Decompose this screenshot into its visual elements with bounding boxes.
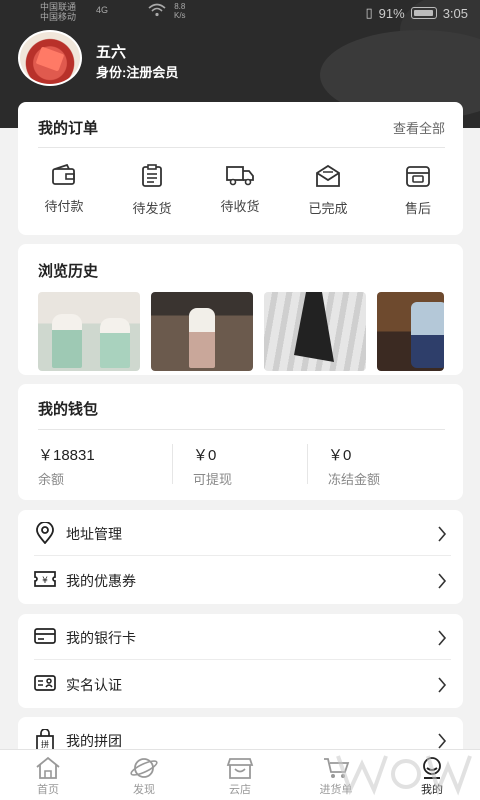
status-right: ▯ 91% 3:05 — [366, 5, 469, 21]
orders-card: 我的订单 查看全部 待付款 待发货 待收货 已完成 售后 — [18, 102, 463, 235]
view-all-orders-link[interactable]: 查看全部 — [393, 118, 445, 137]
tab-label: 发现 — [133, 784, 155, 796]
order-label: 已完成 — [308, 201, 348, 216]
order-label: 待付款 — [44, 199, 84, 214]
wallet-card: 我的钱包 ￥18831 余额 ￥0 可提现 ￥0 冻结金额 — [18, 384, 463, 500]
carrier-1: 中国联通 — [40, 2, 77, 12]
wallet-balance[interactable]: ￥18831 余额 — [38, 444, 95, 488]
divider — [307, 444, 308, 484]
history-thumbnail[interactable] — [38, 292, 140, 371]
tab-cloud-store[interactable]: 云店 — [210, 756, 270, 797]
tab-home[interactable]: 首页 — [18, 756, 78, 797]
carrier-labels: 中国联通 中国移动 — [40, 2, 76, 22]
wallet-icon — [52, 164, 75, 185]
history-thumbnail[interactable] — [377, 292, 444, 371]
coupon-icon: ¥ — [34, 571, 56, 587]
planet-icon — [130, 758, 158, 778]
order-after-sales[interactable]: 售后 — [378, 164, 458, 217]
bottom-tab-bar: 首页 发现 云店 进货单 我的 — [0, 749, 480, 800]
network-speed: 8.8 K/s — [174, 2, 186, 20]
battery-percent: 91% — [378, 5, 405, 21]
user-icon — [423, 757, 441, 779]
chevron-right-icon — [438, 733, 447, 749]
order-pending-receipt[interactable]: 待收货 — [200, 164, 280, 215]
wallet-label: 可提现 — [193, 472, 233, 487]
real-name-verification-row[interactable]: 实名认证 — [34, 661, 451, 707]
status-bar: 中国联通 中国移动 4G 8.8 K/s ▯ 91% 3:05 — [0, 0, 480, 26]
envelope-icon — [316, 164, 340, 187]
tab-label: 云店 — [229, 784, 251, 796]
menu-label: 地址管理 — [66, 526, 122, 542]
order-label: 待发货 — [132, 201, 172, 216]
menu-label: 我的银行卡 — [66, 630, 136, 646]
avatar[interactable] — [18, 30, 82, 86]
history-card: 浏览历史 — [18, 244, 463, 375]
wallet-title: 我的钱包 — [38, 401, 99, 418]
battery-icon — [410, 7, 437, 19]
chevron-right-icon — [438, 630, 447, 646]
clock: 3:05 — [442, 5, 468, 21]
order-completed[interactable]: 已完成 — [288, 164, 368, 217]
chevron-right-icon — [438, 526, 447, 542]
history-title: 浏览历史 — [38, 263, 99, 280]
wallet-frozen[interactable]: ￥0 冻结金额 — [328, 444, 380, 488]
orders-title: 我的订单 — [38, 120, 99, 137]
tab-label: 我的 — [421, 784, 443, 796]
chevron-right-icon — [438, 677, 447, 693]
tab-purchase-list[interactable]: 进货单 — [306, 756, 366, 797]
order-pending-payment[interactable]: 待付款 — [24, 164, 104, 215]
user-role: 身份:注册会员 — [96, 65, 179, 80]
divider — [38, 147, 445, 148]
home-icon — [36, 756, 60, 779]
clipboard-icon — [142, 164, 162, 187]
order-label: 售后 — [404, 201, 431, 216]
truck-icon — [226, 166, 254, 186]
carrier-2: 中国移动 — [40, 12, 77, 22]
bank-card-row[interactable]: 我的银行卡 — [34, 614, 451, 660]
wallet-label: 冻结金额 — [328, 472, 381, 487]
service-box-icon — [406, 166, 430, 187]
wallet-value: ￥0 — [328, 447, 352, 464]
bank-card-icon — [34, 628, 56, 644]
location-pin-icon — [36, 522, 54, 544]
tab-discover[interactable]: 发现 — [114, 756, 174, 797]
wallet-label: 余额 — [38, 472, 65, 487]
menu-label: 我的优惠券 — [66, 573, 136, 589]
wallet-withdrawable[interactable]: ￥0 可提现 — [193, 444, 232, 488]
history-thumbnail[interactable] — [264, 292, 366, 371]
coupons-row[interactable]: ¥ 我的优惠券 — [34, 557, 451, 603]
menu-label: 我的拼团 — [66, 733, 122, 749]
tab-label: 首页 — [37, 784, 59, 796]
address-management-row[interactable]: 地址管理 — [34, 510, 451, 556]
chevron-right-icon — [438, 573, 447, 589]
network-type: 4G — [96, 5, 109, 15]
wallet-value: ￥18831 — [38, 447, 95, 464]
wallet-value: ￥0 — [193, 447, 217, 464]
store-icon — [226, 758, 254, 779]
tab-label: 进货单 — [319, 784, 353, 796]
speed-unit: K/s — [174, 11, 186, 20]
cart-icon — [324, 758, 350, 778]
vibrate-icon: ▯ — [365, 5, 373, 20]
svg-text:拼: 拼 — [41, 739, 49, 749]
svg-text:¥: ¥ — [42, 576, 48, 586]
tab-mine[interactable]: 我的 — [402, 756, 462, 797]
id-card-icon — [34, 675, 56, 691]
divider — [38, 429, 445, 430]
menu-card: 地址管理 ¥ 我的优惠券 — [18, 510, 463, 604]
wifi-icon — [148, 3, 166, 17]
menu-label: 实名认证 — [66, 677, 122, 693]
speed-value: 8.8 — [174, 2, 186, 11]
menu-card: 我的银行卡 实名认证 — [18, 614, 463, 708]
divider — [172, 444, 173, 484]
user-name: 五六 — [96, 44, 127, 61]
group-buy-icon: 拼 — [36, 729, 54, 751]
history-thumbnail[interactable] — [151, 292, 253, 371]
order-pending-shipment[interactable]: 待发货 — [112, 164, 192, 217]
order-label: 待收货 — [220, 199, 260, 214]
